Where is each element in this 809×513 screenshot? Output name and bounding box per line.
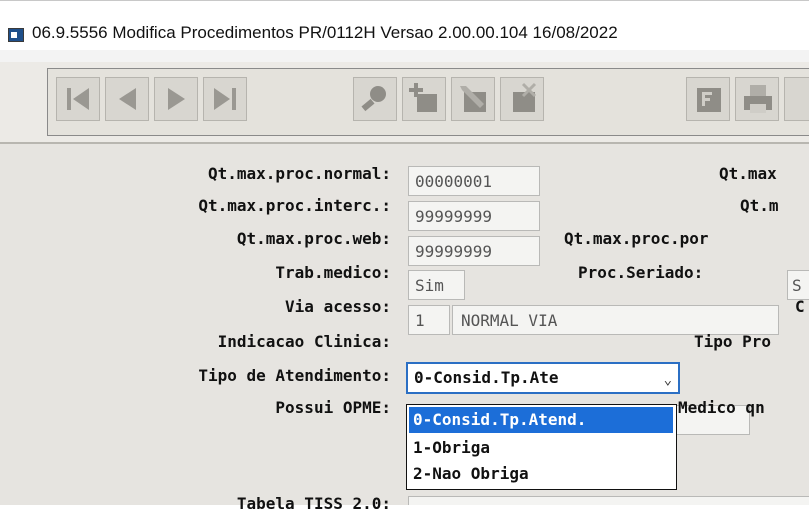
previous-record-button[interactable]: [105, 77, 149, 121]
via-acesso-desc-field: NORMAL VIA: [452, 305, 779, 335]
indicacao-clinica-selected: 0-Consid.Tp.Ate: [414, 368, 559, 387]
indicacao-clinica-label: Indicacao Clinica:: [217, 332, 391, 351]
via-acesso-label: Via acesso:: [285, 297, 391, 316]
indicacao-clinica-dropdown: 0-Consid.Tp.Atend. 1-Obriga 2-Nao Obriga: [406, 404, 677, 490]
tabela-tiss-label: Tabela TISS 2.0:: [236, 494, 391, 513]
qt-max-interc-label: Qt.max.proc.interc.:: [198, 196, 391, 215]
toolbar-more-button[interactable]: [784, 77, 809, 121]
possui-opme-label: Possui OPME:: [275, 398, 391, 417]
filter-button[interactable]: [686, 77, 730, 121]
via-acesso-right-label: C: [795, 297, 805, 316]
chevron-down-icon: ⌄: [663, 372, 672, 388]
qt-m-right-label: Qt.m: [740, 196, 779, 215]
proc-seriado-label: Proc.Seriado:: [578, 263, 704, 282]
qt-max-interc-field[interactable]: 99999999: [408, 201, 540, 231]
trab-medico-label: Trab.medico:: [275, 263, 391, 282]
last-record-button[interactable]: [203, 77, 247, 121]
titlebar-spacer: [0, 50, 809, 62]
qt-max-right-label: Qt.max: [719, 164, 777, 183]
next-record-button[interactable]: [154, 77, 198, 121]
qt-max-proc-por-label: Qt.max.proc.por: [564, 229, 709, 248]
dropdown-option-1[interactable]: 1-Obriga: [409, 435, 490, 461]
print-button[interactable]: [735, 77, 779, 121]
search-button[interactable]: [353, 77, 397, 121]
qt-max-normal-label: Qt.max.proc.normal:: [207, 164, 391, 183]
toolbar: [0, 62, 809, 142]
trab-medico-field[interactable]: Sim: [408, 270, 465, 300]
dropdown-option-2[interactable]: 2-Nao Obriga: [409, 461, 529, 487]
qt-max-web-field[interactable]: 99999999: [408, 236, 540, 266]
qt-max-normal-field[interactable]: 00000001: [408, 166, 540, 196]
edit-record-button[interactable]: [451, 77, 495, 121]
app-window-icon: [8, 28, 24, 42]
proc-seriado-field[interactable]: S: [787, 270, 809, 300]
via-acesso-code-field[interactable]: 1: [408, 305, 450, 335]
add-record-button[interactable]: [402, 77, 446, 121]
tipo-atendimento-label: Tipo de Atendimento:: [198, 366, 391, 385]
indicacao-clinica-select[interactable]: 0-Consid.Tp.Ate ⌄: [406, 362, 680, 394]
dropdown-option-0[interactable]: 0-Consid.Tp.Atend.: [409, 407, 673, 433]
medico-qn-label: Medico qn: [678, 398, 765, 417]
delete-record-button[interactable]: [500, 77, 544, 121]
first-record-button[interactable]: [56, 77, 100, 121]
window-title: 06.9.5556 Modifica Procedimentos PR/0112…: [32, 23, 618, 42]
qt-max-web-label: Qt.max.proc.web:: [236, 229, 391, 248]
window-titlebar: 06.9.5556 Modifica Procedimentos PR/0112…: [0, 0, 809, 51]
tabela-tiss-field[interactable]: [408, 496, 809, 505]
tipo-pro-label: Tipo Pro: [694, 332, 772, 351]
